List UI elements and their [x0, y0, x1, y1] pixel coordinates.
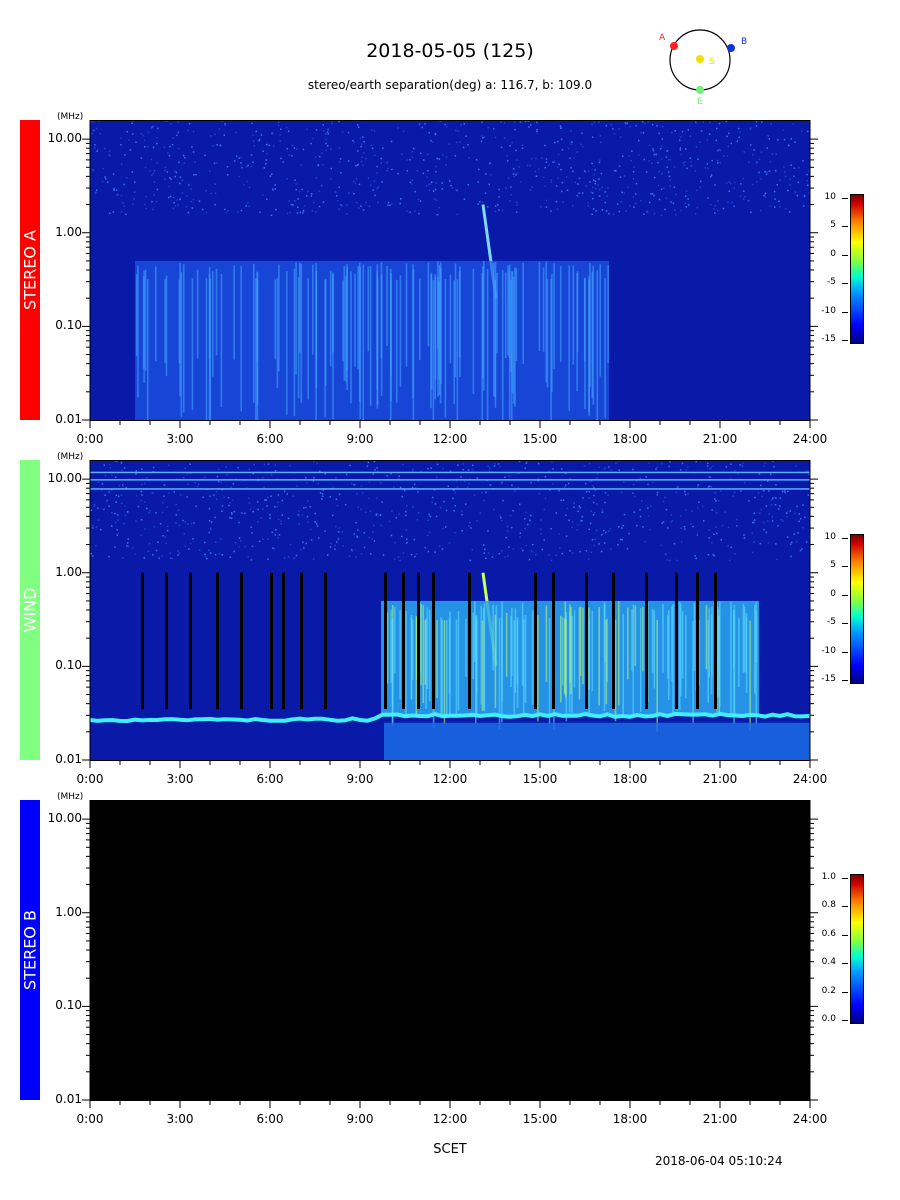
colorbar-tick-label: 0.2: [821, 985, 836, 996]
colorbar-tick-mark: [842, 198, 848, 199]
colorbar-tick-mark: [842, 594, 848, 596]
sun-orbit-label: S: [709, 57, 715, 67]
colorbar-tick-mark: [842, 623, 848, 625]
colorbar-tick-mark: [842, 878, 848, 879]
stereo-b-orbit-label: B: [741, 37, 747, 47]
colorbar-tick-label: 0.4: [821, 957, 836, 968]
colorbar-tick-label: -5: [827, 277, 836, 288]
colorbar-tick-mark: [842, 538, 848, 539]
colorbar-tick-mark: [842, 906, 848, 908]
colorbar-tick-label: 0.0: [821, 1014, 836, 1024]
colorbar-tick-label: 5: [830, 220, 836, 231]
colorbar-tick-mark: [842, 651, 848, 653]
colorbar-tick-label: -15: [821, 334, 836, 344]
page-title: 2018-05-05 (125): [366, 40, 534, 62]
orbit-diagram: A B S E: [659, 29, 747, 107]
plot-border: [89, 120, 811, 421]
colorbar-tick-mark: [842, 1020, 848, 1021]
colorbar-tick-mark: [842, 991, 848, 993]
colorbar-tick-mark: [842, 963, 848, 965]
colorbar: [850, 874, 864, 1024]
colorbar-tick-label: 0.8: [821, 900, 836, 911]
colorbar-tick-mark: [842, 340, 848, 341]
axis-frame: [82, 800, 818, 1108]
generated-timestamp: 2018-06-04 05:10:24: [655, 1154, 783, 1168]
colorbar-tick-mark: [842, 311, 848, 313]
colorbar-tick-mark: [842, 566, 848, 568]
stereo-a-marker: [670, 42, 678, 50]
sun-marker: [696, 55, 704, 63]
colorbar-tick-label: 5: [830, 560, 836, 571]
colorbar-tick-label: -10: [821, 645, 836, 656]
stereo-a-orbit-label: A: [659, 33, 666, 43]
colorbar: [850, 534, 864, 684]
colorbar: [850, 194, 864, 344]
colorbar-tick-label: -10: [821, 305, 836, 316]
plot-border: [89, 800, 811, 1101]
colorbar-tick-mark: [842, 283, 848, 285]
colorbar-tick-mark: [842, 254, 848, 256]
colorbar-tick-label: 10: [824, 192, 836, 202]
colorbar-tick-label: 10: [824, 532, 836, 542]
colorbar-tick-label: -5: [827, 617, 836, 628]
colorbar-tick-label: 1.0: [821, 872, 836, 882]
colorbar-tick-label: 0.6: [821, 928, 836, 939]
axis-frame: [82, 460, 818, 768]
colorbar-tick-label: 0: [830, 588, 836, 599]
colorbar-tick-mark: [842, 680, 848, 681]
colorbar-tick-label: 0: [830, 248, 836, 259]
earth-marker: [696, 86, 704, 94]
colorbar-tick-label: -15: [821, 674, 836, 684]
separation-subtitle: stereo/earth separation(deg) a: 116.7, b…: [307, 78, 593, 92]
earth-orbit-label: E: [697, 97, 703, 107]
axis-frame: [82, 120, 818, 428]
colorbar-tick-mark: [842, 934, 848, 936]
colorbar-tick-mark: [842, 226, 848, 228]
plot-border: [89, 460, 811, 761]
stereo-b-marker: [727, 44, 735, 52]
